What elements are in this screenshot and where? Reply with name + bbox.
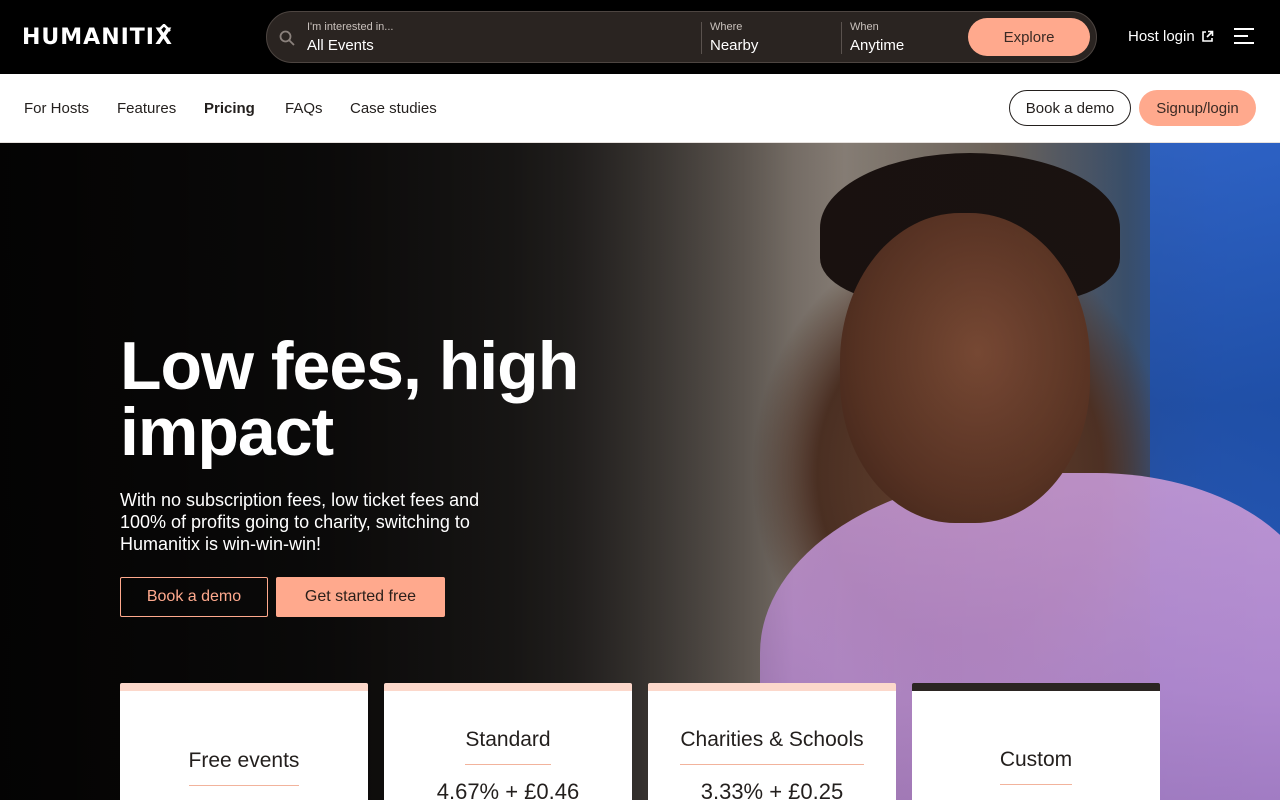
- host-login-label: Host login: [1128, 28, 1195, 45]
- search-divider: [841, 22, 842, 54]
- subnav-item-for-hosts[interactable]: For Hosts: [24, 100, 89, 117]
- pricing-card-charities[interactable]: Charities & Schools 3.33% + £0.25: [648, 683, 896, 800]
- pricing-card-title: Free events: [188, 749, 300, 786]
- where-value: Nearby: [710, 37, 759, 54]
- external-link-icon: [1201, 30, 1214, 42]
- subnav-item-pricing[interactable]: Pricing: [204, 100, 255, 117]
- signup-login-button[interactable]: Signup/login: [1139, 90, 1256, 126]
- hero-book-demo-button[interactable]: Book a demo: [120, 577, 268, 617]
- host-login-link[interactable]: Host login: [1128, 28, 1214, 45]
- host-subnav: For Hosts Features Pricing FAQs Case stu…: [0, 74, 1280, 143]
- pricing-card-title: Charities & Schools: [680, 728, 864, 765]
- hero-section: Low fees, high impact With no subscripti…: [0, 143, 1280, 800]
- explore-button[interactable]: Explore: [968, 18, 1090, 56]
- hero-subtitle: With no subscription fees, low ticket fe…: [120, 490, 480, 554]
- when-field[interactable]: When Anytime: [850, 20, 960, 56]
- event-search-bar[interactable]: I'm interested in... All Events Where Ne…: [266, 11, 1097, 63]
- logo-accent-icon: [157, 24, 171, 32]
- hero-title: Low fees, high impact: [120, 328, 579, 470]
- interest-field[interactable]: I'm interested in... All Events: [307, 20, 687, 56]
- pricing-card-custom[interactable]: Custom: [912, 683, 1160, 800]
- humanitix-logo[interactable]: HUMANITIX: [22, 22, 173, 52]
- where-label: Where: [710, 21, 743, 33]
- when-label: When: [850, 21, 879, 33]
- interest-value: All Events: [307, 37, 374, 54]
- subnav-item-features[interactable]: Features: [117, 100, 176, 117]
- get-started-free-button[interactable]: Get started free: [276, 577, 445, 617]
- search-divider: [701, 22, 702, 54]
- interest-label: I'm interested in...: [307, 21, 394, 33]
- book-demo-button[interactable]: Book a demo: [1009, 90, 1131, 126]
- pricing-card-free[interactable]: Free events: [120, 683, 368, 800]
- pricing-card-price: 3.33% + £0.25: [700, 779, 844, 800]
- when-value: Anytime: [850, 37, 905, 54]
- logo-text: HUMANITIX: [22, 24, 173, 50]
- subnav-item-case-studies[interactable]: Case studies: [350, 100, 437, 117]
- where-field[interactable]: Where Nearby: [710, 20, 830, 56]
- menu-icon[interactable]: [1234, 28, 1254, 44]
- top-navbar: HUMANITIX I'm interested in... All Event…: [0, 0, 1280, 74]
- search-icon: [279, 30, 295, 46]
- subnav-item-faqs[interactable]: FAQs: [285, 100, 323, 117]
- pricing-card-title: Custom: [999, 748, 1073, 785]
- pricing-card-title: Standard: [465, 728, 551, 765]
- pricing-card-price: 4.67% + £0.46: [436, 779, 580, 800]
- pricing-card-standard[interactable]: Standard 4.67% + £0.46: [384, 683, 632, 800]
